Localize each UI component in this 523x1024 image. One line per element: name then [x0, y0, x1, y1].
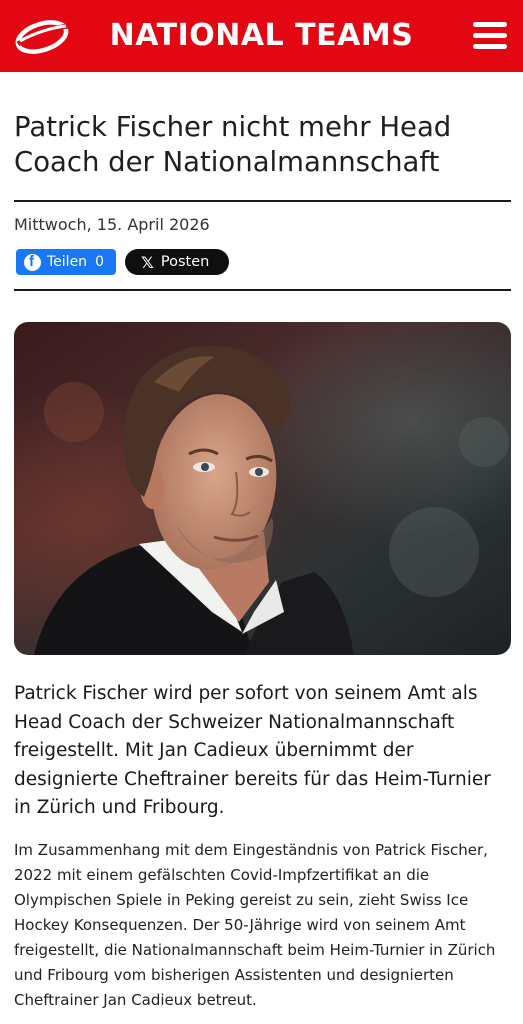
- hamburger-menu-icon[interactable]: [473, 20, 507, 50]
- title-divider: [14, 200, 511, 202]
- x-post-label: Posten: [160, 254, 210, 270]
- x-logo-icon: 𝕏: [141, 252, 154, 272]
- article-photo: [14, 322, 511, 655]
- top-navigation-bar: NATIONAL TEAMS: [0, 0, 523, 72]
- article-body: Im Zusammenhang mit dem Eingeständnis vo…: [14, 841, 496, 1009]
- x-post-button[interactable]: 𝕏 Posten: [125, 249, 229, 275]
- facebook-share-count: 0: [95, 254, 104, 270]
- article-date: Mittwoch, 15. April 2026: [14, 215, 210, 234]
- site-brand-title[interactable]: NATIONAL TEAMS: [0, 17, 523, 55]
- facebook-share-label: Teilen: [47, 254, 88, 270]
- coach-portrait-image: [14, 322, 511, 655]
- facebook-icon: [24, 253, 41, 271]
- share-divider: [14, 289, 511, 291]
- article-lead: Patrick Fischer wird per sofort von sein…: [14, 683, 491, 818]
- article-title: Patrick Fischer nicht mehr Head Coach de…: [14, 111, 452, 178]
- facebook-share-button[interactable]: Teilen 0: [16, 249, 116, 275]
